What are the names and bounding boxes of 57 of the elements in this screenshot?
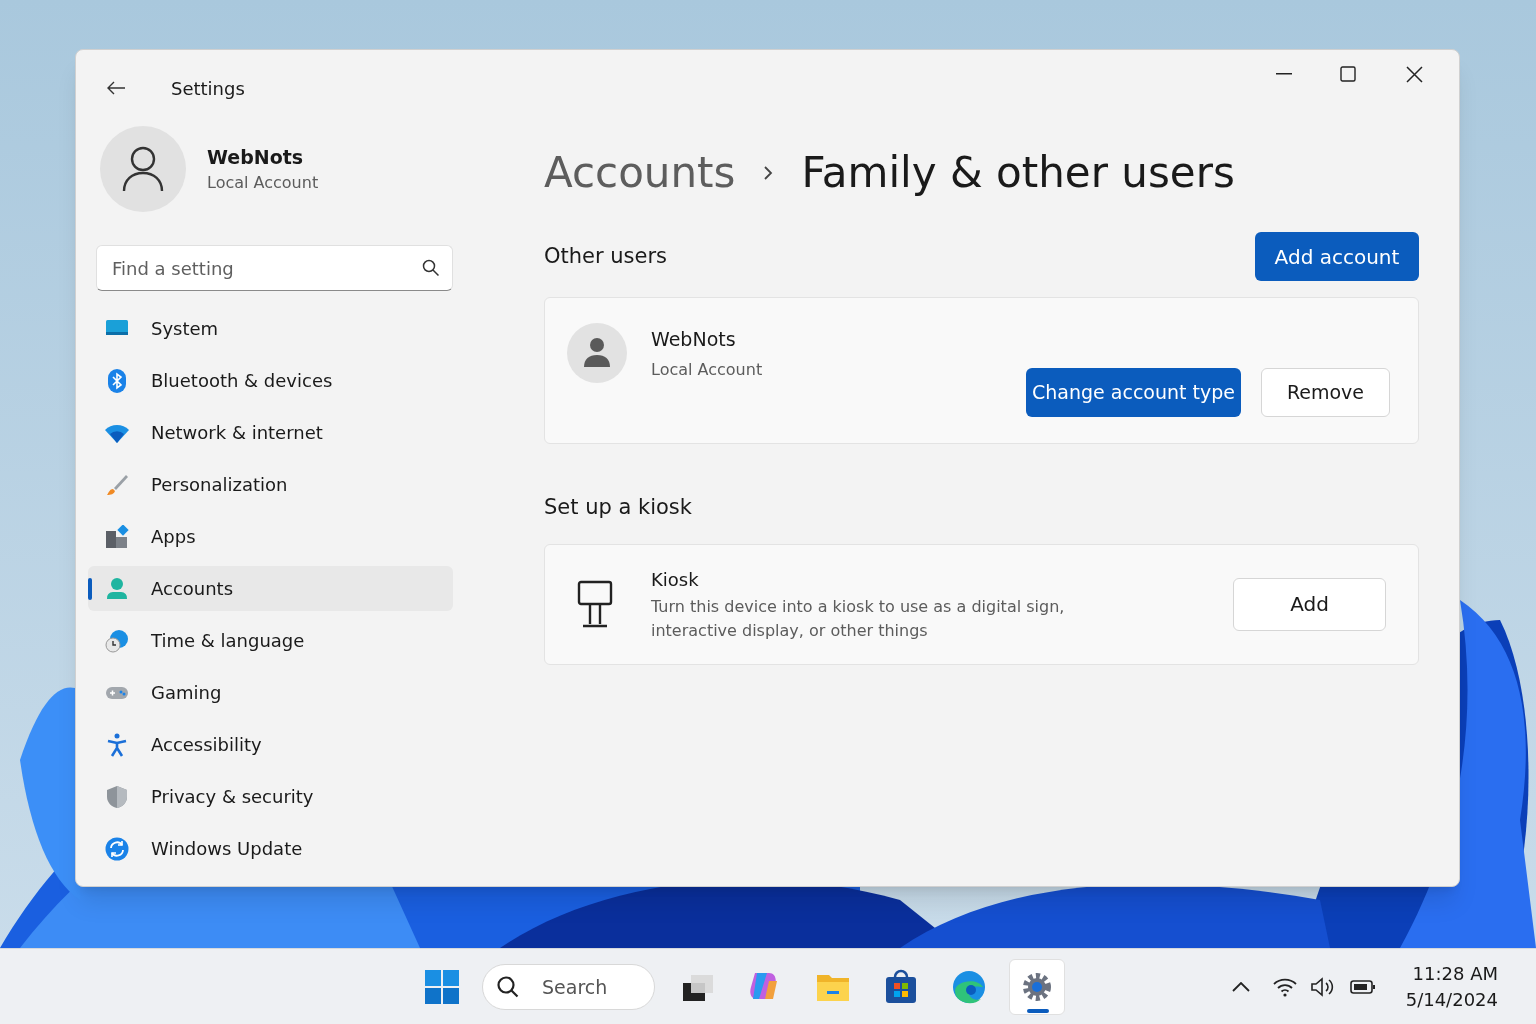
person-icon <box>105 576 129 601</box>
sidebar-item[interactable]: Network & internet <box>88 410 453 455</box>
sidebar-item[interactable]: Windows Update <box>88 826 453 871</box>
selection-indicator <box>88 578 92 600</box>
section-heading: Set up a kiosk <box>544 494 693 521</box>
close-icon[interactable] <box>1406 65 1423 83</box>
profile-subtitle: Local Account <box>207 172 319 195</box>
profile-name: WebNots <box>207 144 305 170</box>
add-button[interactable]: Add <box>1233 577 1386 631</box>
sidebar-item[interactable]: Privacy & security <box>88 774 453 819</box>
taskbar-app-button[interactable] <box>1009 958 1065 1015</box>
speaker-icon[interactable] <box>1309 975 1336 998</box>
sidebar-item[interactable]: Time & language <box>88 618 453 663</box>
kiosk-icon <box>577 580 613 628</box>
user-name: WebNots <box>651 327 737 352</box>
bluetooth-icon <box>105 368 129 393</box>
paintbrush-icon <box>105 472 129 497</box>
user-subtitle: Local Account <box>651 358 763 381</box>
sidebar-item[interactable]: Apps <box>88 514 453 559</box>
sidebar-item[interactable]: Accessibility <box>88 722 453 767</box>
maximize-icon[interactable] <box>1340 66 1356 82</box>
search-icon <box>496 974 520 999</box>
taskbar-search-box[interactable]: Search <box>482 963 655 1010</box>
kiosk-description: Turn this device into a kiosk to use as a digital sign, interactive display, or other things <box>651 595 1066 642</box>
sidebar-item[interactable]: Gaming <box>88 670 453 715</box>
page-title: Family & other users <box>801 147 1235 199</box>
wifi-icon[interactable] <box>1271 976 1298 997</box>
search-icon <box>422 259 440 277</box>
section-heading: Other users <box>544 242 668 270</box>
clock-time: 11:28 AM <box>1412 961 1498 986</box>
sidebar-item[interactable]: System <box>88 306 453 351</box>
sidebar-item[interactable]: Accounts <box>88 566 453 611</box>
change-account-type-button[interactable]: Change account type <box>1026 368 1241 417</box>
clock[interactable]: 11:28 AM 5/14/2024 <box>1405 960 1498 1013</box>
clock-date: 5/14/2024 <box>1405 987 1498 1012</box>
back-arrow-icon[interactable] <box>106 80 126 96</box>
globe-clock-icon <box>105 628 129 653</box>
kiosk-title: Kiosk <box>651 567 700 592</box>
start-icon[interactable] <box>425 969 459 1004</box>
sidebar-item[interactable]: Personalization <box>88 462 453 507</box>
running-indicator <box>1027 1008 1049 1013</box>
battery-icon[interactable] <box>1349 978 1376 995</box>
sidebar-item[interactable]: Bluetooth & devices <box>88 358 453 403</box>
shield-icon <box>105 784 129 809</box>
chevron-up-icon[interactable] <box>1231 981 1250 992</box>
apps-icon <box>105 524 129 549</box>
window-title: Settings <box>171 76 245 101</box>
settings-search-field[interactable]: Find a setting <box>96 245 453 291</box>
breadcrumb-parent[interactable]: Accounts <box>544 141 736 204</box>
minimize-icon[interactable] <box>1276 73 1292 75</box>
sync-icon <box>105 836 129 861</box>
accessibility-icon <box>105 732 129 757</box>
add-account-button[interactable]: Add account <box>1255 232 1419 281</box>
chevron-icon <box>763 164 774 181</box>
store-icon <box>883 968 919 1005</box>
remove-button[interactable]: Remove <box>1261 368 1390 417</box>
browser-icon <box>951 968 987 1005</box>
